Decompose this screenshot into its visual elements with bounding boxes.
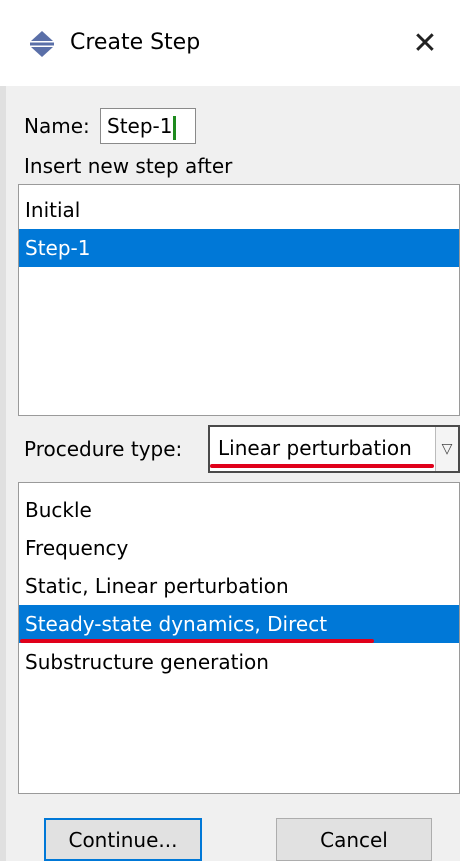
create-step-dialog: Create Step ✕ Name: Step-1 Insert new st…: [0, 0, 460, 861]
dialog-title: Create Step: [70, 30, 201, 55]
list-item[interactable]: Frequency: [19, 529, 459, 567]
name-label: Name:: [24, 114, 90, 138]
list-item[interactable]: Buckle: [19, 491, 459, 529]
annotation-underline: [210, 464, 434, 468]
procedure-list[interactable]: Buckle Frequency Static, Linear perturba…: [18, 482, 460, 794]
procedure-type-value: Linear perturbation: [218, 436, 412, 460]
title-bar: Create Step ✕: [0, 0, 460, 86]
list-item[interactable]: Initial: [19, 191, 459, 229]
continue-button[interactable]: Continue...: [44, 818, 202, 861]
procedure-type-label: Procedure type:: [24, 437, 183, 461]
annotation-underline: [20, 639, 374, 643]
cancel-button[interactable]: Cancel: [276, 818, 432, 861]
text-cursor: [173, 115, 177, 140]
name-value: Step-1: [107, 114, 173, 138]
chevron-down-icon[interactable]: ▽: [435, 427, 458, 471]
insert-after-label: Insert new step after: [24, 154, 233, 178]
list-item[interactable]: Substructure generation: [19, 643, 459, 681]
close-icon: ✕: [412, 25, 438, 61]
list-item-selected[interactable]: Step-1: [19, 229, 459, 267]
list-item[interactable]: Static, Linear perturbation: [19, 567, 459, 605]
step-arrows-icon: [30, 31, 54, 57]
name-input[interactable]: Step-1: [100, 108, 196, 144]
window-border: [0, 86, 6, 861]
insert-after-list[interactable]: Initial Step-1: [18, 184, 460, 416]
list-item-selected[interactable]: Steady-state dynamics, Direct: [19, 605, 459, 643]
close-button[interactable]: ✕: [390, 14, 460, 72]
